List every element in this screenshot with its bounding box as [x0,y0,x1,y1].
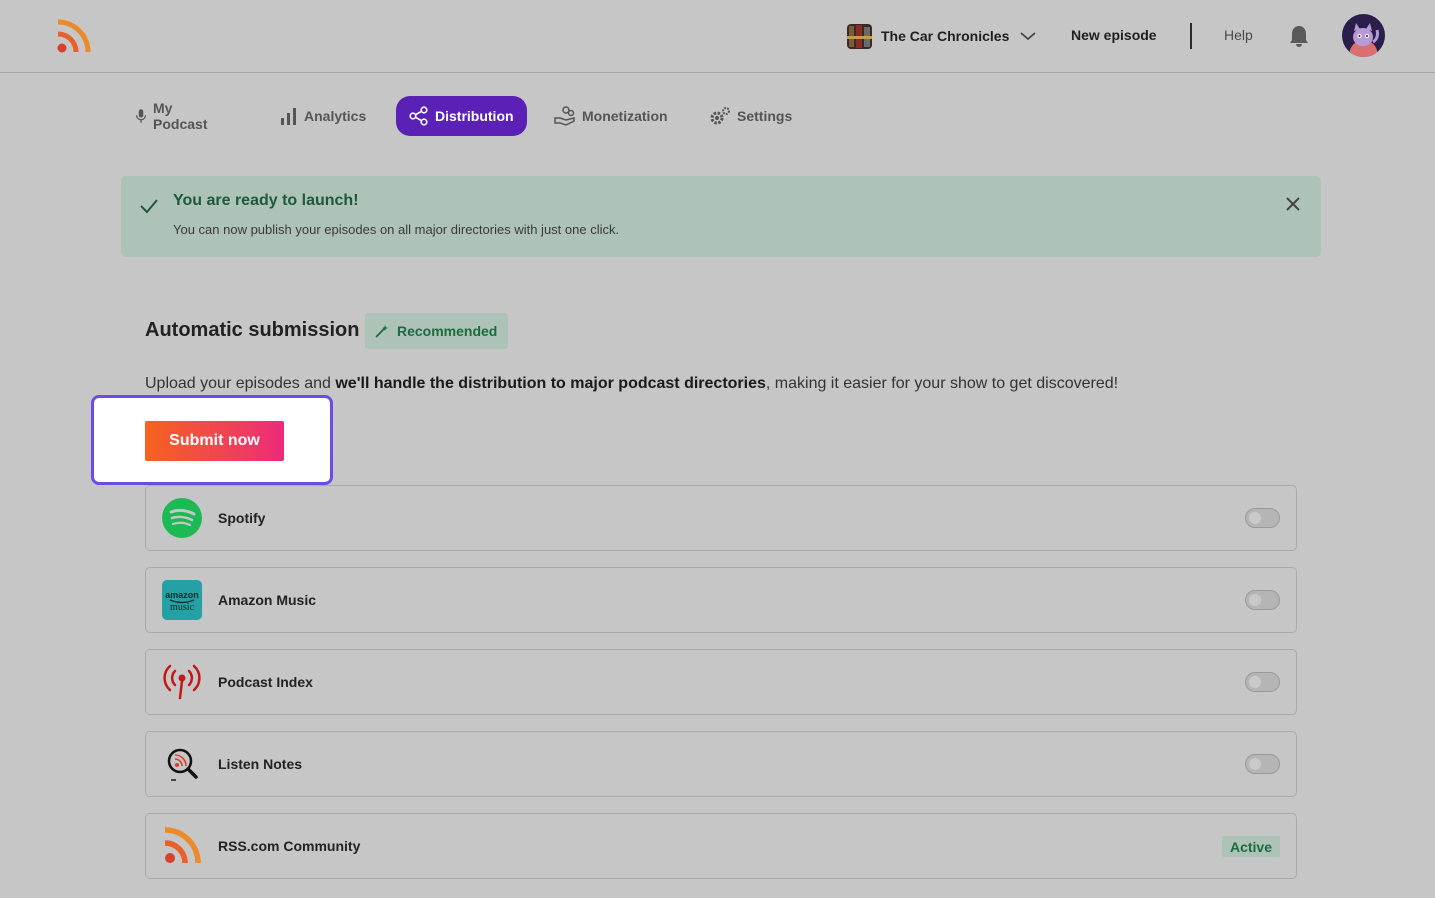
bar-chart-icon [281,108,296,125]
directory-row-amazon-music: amazon music Amazon Music [145,567,1297,633]
desc-text-end: , making it easier for your show to get … [765,375,1119,392]
section-title: Automatic submission [145,319,360,341]
hand-coins-icon [554,106,575,126]
amazon-music-toggle[interactable] [1245,590,1280,610]
banner-title: You are ready to launch! [173,192,359,209]
tab-label: Distribution [435,108,514,124]
desc-text: Upload your episodes and [145,375,336,392]
banner-text: You can now publish your episodes on all… [173,222,620,237]
directory-name: Spotify [218,510,266,526]
tab-settings[interactable]: Settings [709,96,792,136]
directory-row-spotify: Spotify [145,485,1297,551]
podcast-index-icon [163,664,201,700]
show-cover-thumbnail [847,23,872,49]
tab-label: Monetization [582,108,668,124]
close-icon[interactable] [1285,196,1301,212]
user-avatar[interactable] [1342,14,1385,57]
tab-monetization[interactable]: Monetization [554,96,668,136]
top-bar: The Car Chronicles New episode Help [0,0,1435,73]
help-link[interactable]: Help [1224,27,1253,43]
gears-icon [710,107,730,125]
recommended-label: Recommended [397,323,498,339]
tab-label: Analytics [304,108,367,124]
rss-logo-icon[interactable] [55,19,91,55]
chevron-down-icon [1020,32,1036,41]
directory-row-rss-community: RSS.com Community Active [145,813,1297,879]
amazon-music-icon: amazon music [162,580,202,620]
submit-now-button[interactable]: Submit now [145,421,284,461]
bell-icon[interactable] [1288,24,1310,48]
recommended-badge: Recommended [365,313,508,349]
new-episode-link[interactable]: New episode [1071,27,1157,43]
directory-row-listen-notes: Listen Notes [145,731,1297,797]
magic-wand-icon [375,325,388,338]
tab-label: My Podcast [153,100,208,132]
listen-notes-toggle[interactable] [1245,754,1280,774]
directory-row-podcast-index: Podcast Index [145,649,1297,715]
directory-name: RSS.com Community [218,838,361,854]
directory-name: Listen Notes [218,756,303,772]
listen-notes-icon [167,748,198,781]
tab-my-podcast[interactable]: My Podcast [135,96,211,136]
desc-bold-text: we'll handle the distribution to major p… [335,375,766,392]
directory-name: Amazon Music [218,592,317,608]
section-description: Upload your episodes and we'll handle th… [145,375,1118,393]
status-badge: Active [1221,836,1280,857]
microphone-icon [135,109,147,123]
tab-analytics[interactable]: Analytics [280,96,366,136]
music-icon-text: music [170,602,194,613]
header-divider [1190,23,1192,49]
directory-name: Podcast Index [218,674,313,690]
rss-community-icon [164,827,201,864]
show-title: The Car Chronicles [881,28,1010,44]
spotify-toggle[interactable] [1245,508,1280,528]
show-switcher[interactable]: The Car Chronicles [847,23,1037,49]
check-icon [140,199,158,214]
tab-distribution[interactable]: Distribution [396,96,527,136]
launch-ready-banner: You are ready to launch! You can now pub… [121,176,1321,257]
podcast-index-toggle[interactable] [1245,672,1280,692]
amazon-icon-text: amazon [165,590,199,600]
spotify-icon [162,498,202,538]
tab-label: Settings [737,108,793,124]
share-icon [409,106,428,126]
